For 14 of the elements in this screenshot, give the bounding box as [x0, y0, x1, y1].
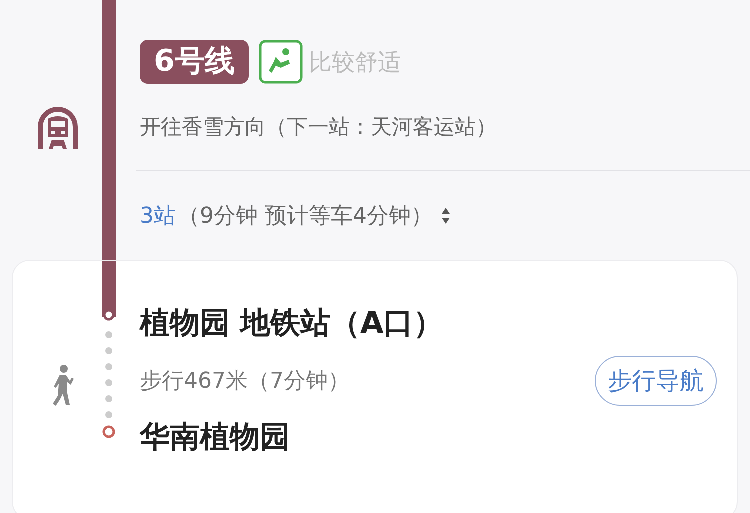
expand-icon[interactable]: [441, 207, 451, 225]
line-badge: 6号线: [140, 40, 249, 84]
seat-icon: [258, 40, 303, 84]
direction-text: 开往香雪方向（下一站：天河客运站）: [140, 114, 498, 141]
stop-duration: （9分钟 预计等车4分钟）: [178, 203, 433, 231]
destination: 华南植物园: [140, 419, 291, 457]
route-line-end: [102, 261, 116, 317]
walk-navigation-button[interactable]: 步行导航: [595, 356, 717, 406]
walking-person-icon: [50, 364, 74, 408]
stop-count[interactable]: 3站: [140, 201, 176, 231]
metro-icon: [38, 107, 78, 149]
comfort-label: 比较舒适: [308, 48, 401, 78]
walk-distance: 步行467米（7分钟）: [140, 368, 350, 396]
station-exit: 植物园 地铁站（A口）: [140, 305, 445, 343]
